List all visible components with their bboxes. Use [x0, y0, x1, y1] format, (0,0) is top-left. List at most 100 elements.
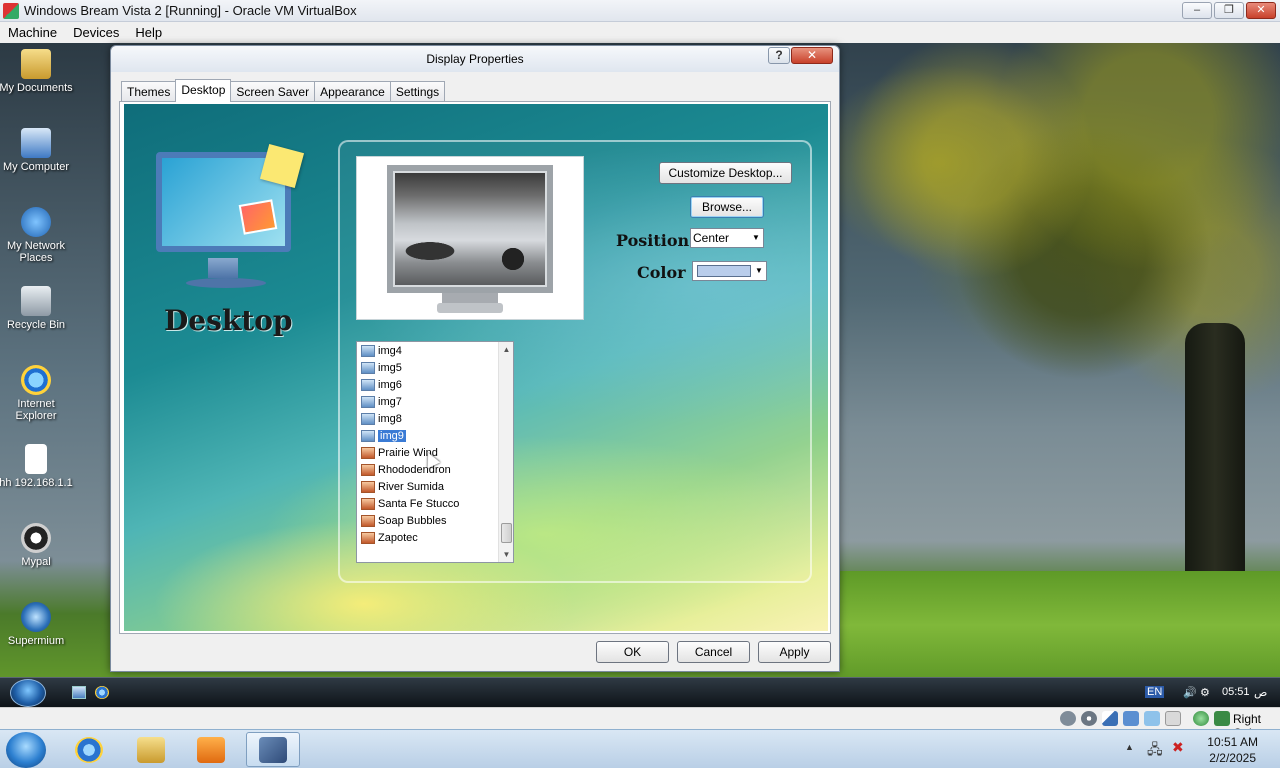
mypal-icon — [21, 523, 51, 553]
vb-status-bar: Right Ctrl — [0, 707, 1280, 740]
list-item[interactable]: River Sumida — [361, 478, 444, 495]
color-swatch — [697, 265, 751, 277]
list-item-selected[interactable]: img9 — [361, 427, 406, 444]
tab-screen-saver[interactable]: Screen Saver — [230, 81, 316, 101]
jpeg-file-icon — [361, 497, 375, 510]
customize-desktop-button[interactable]: Customize Desktop... — [659, 162, 792, 184]
file-icon — [25, 444, 47, 474]
host-taskbar: ▲ 🖧 ✖ 10:51 AM 2/2/2025 — [0, 729, 1280, 768]
list-item[interactable]: img5 — [361, 359, 402, 376]
menu-machine[interactable]: Machine — [0, 25, 65, 40]
network-icon — [21, 207, 51, 237]
jpeg-file-icon — [361, 446, 375, 459]
scroll-thumb[interactable] — [501, 523, 512, 543]
apply-button[interactable]: Apply — [758, 641, 831, 663]
browse-button[interactable]: Browse... — [690, 196, 764, 218]
image-file-icon — [361, 395, 375, 408]
list-item[interactable]: img7 — [361, 393, 402, 410]
desktop-icon-hh[interactable]: hh 192.168.1.1 — [0, 444, 74, 489]
list-item[interactable]: img4 — [361, 342, 402, 359]
menu-devices[interactable]: Devices — [65, 25, 127, 40]
desktop-tab-panel: Desktop Customize Desktop... Browse... P… — [119, 101, 831, 634]
minimize-button[interactable]: – — [1182, 2, 1212, 19]
scroll-down-icon[interactable]: ▼ — [499, 547, 513, 562]
start-orb-icon[interactable] — [10, 679, 46, 707]
help-button[interactable]: ? — [768, 47, 790, 64]
language-indicator[interactable]: EN — [1145, 686, 1165, 698]
network-status-icon[interactable]: 🖧 — [1147, 739, 1163, 763]
vb-window-title: Windows Bream Vista 2 [Running] - Oracle… — [24, 3, 357, 18]
clock-date: 2/2/2025 — [1209, 751, 1256, 765]
volume-muted-icon[interactable]: ✖ — [1172, 739, 1184, 756]
host-start-orb-icon[interactable] — [6, 732, 46, 768]
position-label: Position : — [616, 231, 701, 250]
usb-icon[interactable] — [1102, 711, 1118, 726]
preview-monitor-icon — [387, 165, 553, 293]
internet-explorer-icon[interactable] — [95, 686, 109, 699]
display-properties-dialog: Display Properties ? ✕ Themes Desktop Sc… — [110, 45, 840, 672]
hard-disk-icon[interactable] — [1060, 711, 1076, 726]
display-icon[interactable] — [1165, 711, 1181, 726]
desktop-icon-mypal[interactable]: Mypal — [0, 523, 74, 568]
taskbar-internet-explorer[interactable] — [62, 732, 116, 767]
desktop-icon-internet-explorer[interactable]: Internet Explorer — [0, 365, 74, 422]
desktop-icon-my-network-places[interactable]: My Network Places — [0, 207, 74, 264]
recording-icon[interactable] — [1193, 711, 1209, 726]
list-scrollbar[interactable]: ▲ ▼ — [498, 342, 513, 562]
color-label: Color : — [637, 263, 698, 282]
network-adapter-icon[interactable] — [1123, 711, 1139, 726]
image-file-icon — [361, 344, 375, 357]
folder-icon — [137, 736, 165, 763]
taskbar-media-player[interactable] — [184, 732, 238, 767]
recycle-bin-icon — [21, 286, 51, 316]
list-item[interactable]: img6 — [361, 376, 402, 393]
tab-strip: Themes Desktop Screen Saver Appearance S… — [121, 79, 446, 102]
network-tray-icon[interactable]: ⚙ — [1200, 686, 1210, 699]
taskbar-file-explorer[interactable] — [124, 732, 178, 767]
volume-icon[interactable]: 🔊 — [1183, 686, 1197, 699]
wallpaper-preview — [356, 156, 584, 320]
desktop-heading: Desktop — [164, 304, 293, 337]
desktop-icon-my-computer[interactable]: My Computer — [0, 128, 74, 173]
desktop-icon-supermium[interactable]: Supermium — [0, 602, 74, 647]
internet-explorer-icon — [21, 365, 51, 395]
panel-background: Desktop Customize Desktop... Browse... P… — [124, 104, 828, 631]
cancel-button[interactable]: Cancel — [677, 641, 750, 663]
position-value: Center — [693, 231, 730, 245]
tab-desktop[interactable]: Desktop — [175, 79, 232, 102]
host-clock[interactable]: 10:51 AM 2/2/2025 — [1207, 734, 1258, 766]
guest-taskbar: EN 🔊 ⚙ 05:51 ص — [0, 677, 1280, 707]
guest-clock[interactable]: 05:51 — [1222, 686, 1250, 698]
mouse-integration-icon[interactable] — [1214, 711, 1230, 726]
dialog-close-button[interactable]: ✕ — [791, 47, 833, 64]
shared-folders-icon[interactable] — [1144, 711, 1160, 726]
show-desktop-icon[interactable] — [72, 686, 86, 699]
desktop-icon-my-documents[interactable]: My Documents — [0, 49, 74, 94]
dialog-title-bar[interactable]: Display Properties ? ✕ — [111, 46, 839, 72]
optical-drive-icon[interactable] — [1081, 711, 1097, 726]
list-item[interactable]: img8 — [361, 410, 402, 427]
jpeg-file-icon — [361, 531, 375, 544]
tab-settings[interactable]: Settings — [389, 81, 446, 101]
tab-themes[interactable]: Themes — [121, 81, 177, 101]
position-select[interactable]: Center ▼ — [690, 228, 764, 248]
show-hidden-icons-icon[interactable]: ▲ — [1125, 742, 1134, 752]
tab-appearance[interactable]: Appearance — [314, 81, 391, 101]
color-picker[interactable]: ▼ — [692, 261, 767, 281]
supermium-icon — [21, 602, 51, 632]
ok-button[interactable]: OK — [596, 641, 669, 663]
taskbar-virtualbox[interactable] — [246, 732, 300, 767]
car-wallpaper-image — [395, 173, 545, 285]
close-button[interactable]: ✕ — [1246, 2, 1276, 19]
list-item[interactable]: Zapotec — [361, 529, 418, 546]
clock-time: 10:51 AM — [1207, 735, 1258, 749]
desktop-icon-recycle-bin[interactable]: Recycle Bin — [0, 286, 74, 331]
menu-help[interactable]: Help — [127, 25, 170, 40]
list-item[interactable]: Soap Bubbles — [361, 512, 447, 529]
image-file-icon — [361, 429, 375, 442]
image-file-icon — [361, 412, 375, 425]
jpeg-file-icon — [361, 463, 375, 476]
list-item[interactable]: Santa Fe Stucco — [361, 495, 459, 512]
restore-button[interactable]: ❐ — [1214, 2, 1244, 19]
scroll-up-icon[interactable]: ▲ — [499, 342, 513, 357]
